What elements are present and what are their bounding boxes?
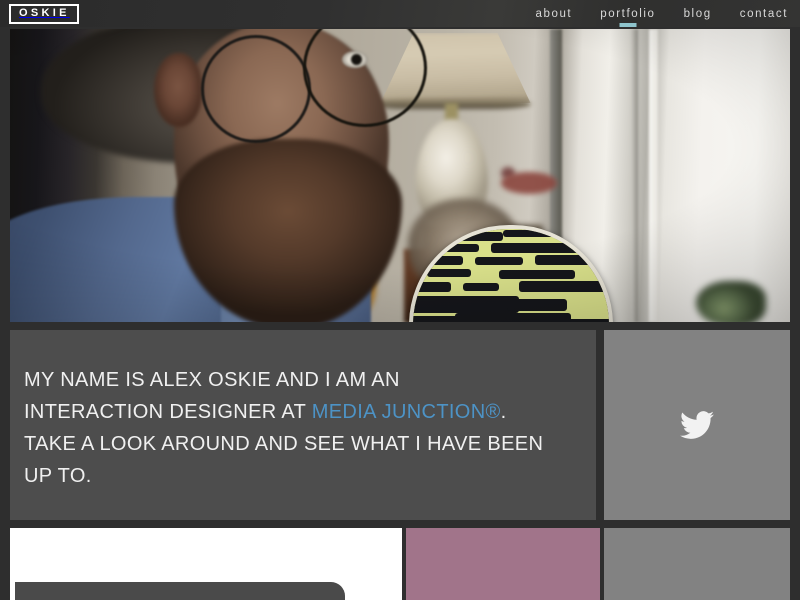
- nav-item-contact[interactable]: contact: [740, 0, 788, 27]
- intro-line-3: TAKE A LOOK AROUND AND SEE WHAT I HAVE B…: [24, 433, 544, 455]
- hero-photo: [10, 29, 790, 322]
- tile-pink[interactable]: [406, 528, 600, 600]
- hero-vignette: [10, 29, 790, 322]
- top-navigation-bar: OSKIE about portfolio blog contact: [0, 0, 800, 27]
- media-junction-link[interactable]: MEDIA JUNCTION®: [312, 401, 501, 423]
- tile-white-footer-bar: [15, 582, 345, 600]
- tile-white[interactable]: [10, 528, 402, 600]
- nav-links: about portfolio blog contact: [535, 0, 788, 27]
- nav-item-portfolio[interactable]: portfolio: [600, 0, 655, 27]
- intro-line-2-prefix: INTERACTION DESIGNER AT: [24, 401, 312, 423]
- nav-item-blog[interactable]: blog: [684, 0, 712, 27]
- page-root: OSKIE about portfolio blog contact MY NA…: [0, 0, 800, 600]
- intro-line-2-suffix: .: [500, 401, 507, 423]
- hero-artwork: [10, 29, 790, 322]
- nav-item-about[interactable]: about: [535, 0, 572, 27]
- site-logo-text: OSKIE: [19, 6, 70, 19]
- intro-line-2: INTERACTION DESIGNER AT MEDIA JUNCTION®.: [24, 396, 596, 428]
- intro-copy: MY NAME IS ALEX OSKIE AND I AM AN INTERA…: [10, 330, 596, 492]
- intro-line-1: MY NAME IS ALEX OSKIE AND I AM AN: [24, 369, 400, 391]
- tile-grey[interactable]: [604, 528, 790, 600]
- intro-panel: MY NAME IS ALEX OSKIE AND I AM AN INTERA…: [10, 330, 596, 520]
- twitter-bird-icon: [680, 411, 714, 439]
- site-logo[interactable]: OSKIE: [9, 3, 79, 24]
- intro-line-4: UP TO.: [24, 465, 92, 487]
- twitter-tile[interactable]: [604, 330, 790, 520]
